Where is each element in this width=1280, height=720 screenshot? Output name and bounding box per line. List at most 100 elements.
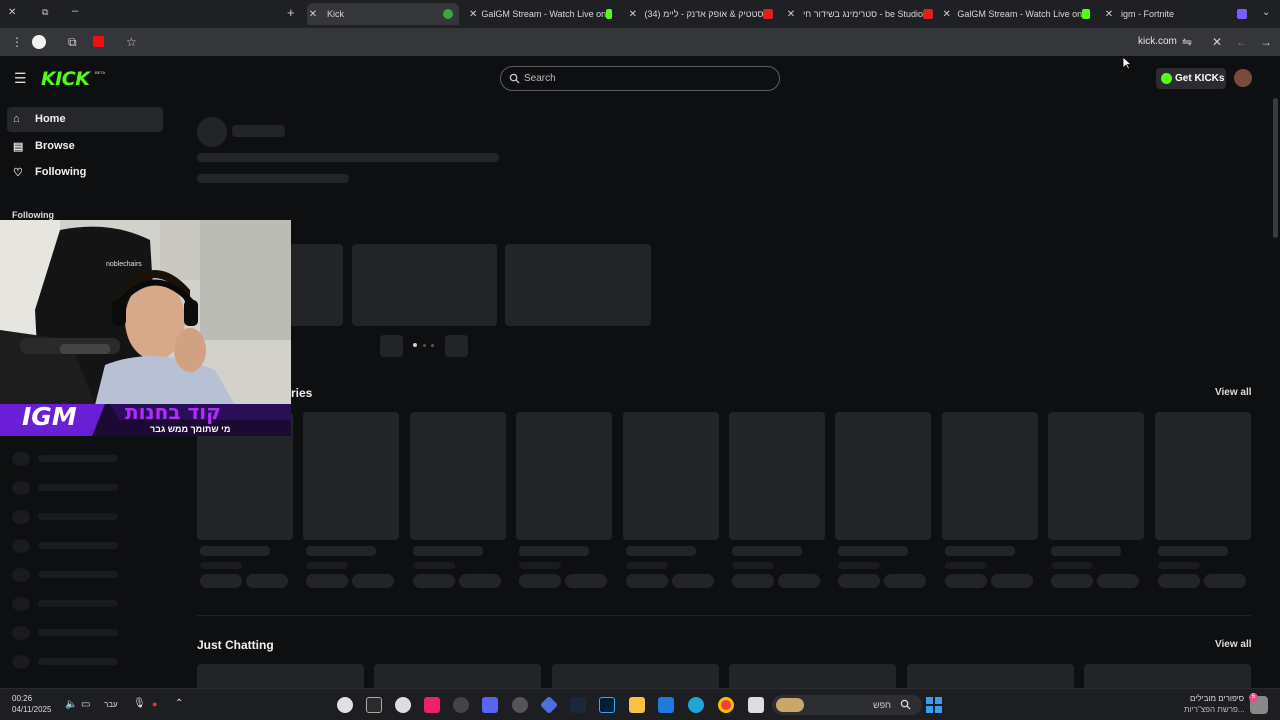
carousel-card[interactable] bbox=[290, 244, 343, 326]
close-tab-icon[interactable]: ✕ bbox=[307, 9, 319, 20]
stream-card[interactable] bbox=[906, 664, 1074, 688]
menu-dots-icon[interactable]: ⋮ bbox=[11, 35, 23, 49]
chevron-up-icon[interactable]: ⌃ bbox=[175, 698, 183, 709]
app-icon[interactable] bbox=[539, 695, 559, 715]
store-icon[interactable] bbox=[658, 697, 674, 713]
address-bar[interactable]: kick.com bbox=[1138, 36, 1177, 47]
hamburger-menu-icon[interactable]: ☰ bbox=[14, 70, 27, 87]
skeleton-tag bbox=[884, 574, 927, 588]
steam-icon[interactable] bbox=[570, 697, 586, 713]
record-extension-icon[interactable] bbox=[93, 36, 104, 47]
category-card[interactable] bbox=[729, 412, 825, 540]
minimize-icon[interactable]: – bbox=[72, 5, 78, 17]
tab-galgm-1[interactable]: ✕ GalGM Stream - Watch Live on bbox=[469, 3, 614, 25]
forward-icon[interactable]: ← bbox=[1236, 35, 1248, 49]
skeleton-tag bbox=[200, 574, 242, 588]
sidebar-item-home[interactable]: ⌂ Home bbox=[7, 107, 163, 132]
category-card[interactable] bbox=[622, 412, 719, 540]
tab-kick[interactable]: ✕ Kick bbox=[307, 3, 459, 25]
page-scrollbar[interactable] bbox=[1273, 98, 1278, 238]
carousel-dot[interactable] bbox=[431, 344, 434, 347]
close-tab-icon[interactable]: ✕ bbox=[785, 9, 797, 20]
file-explorer-icon[interactable] bbox=[629, 697, 645, 713]
bookmark-star-icon[interactable]: ☆ bbox=[126, 35, 137, 49]
tab-fortnite[interactable]: ✕ igm - Fortnite bbox=[1103, 3, 1223, 25]
category-card[interactable] bbox=[941, 412, 1038, 540]
discord-icon[interactable] bbox=[482, 697, 498, 713]
news-widget-title[interactable]: סיפורים מובילים bbox=[1190, 694, 1244, 703]
categories-view-all-link[interactable]: View all bbox=[1215, 387, 1252, 398]
get-kicks-button[interactable]: Get KICKs bbox=[1156, 68, 1226, 89]
language-indicator[interactable]: עבר bbox=[104, 700, 118, 709]
tab-list-icon[interactable]: ⌄ bbox=[1262, 7, 1270, 18]
category-card[interactable] bbox=[1048, 412, 1145, 540]
photoshop-icon[interactable] bbox=[599, 697, 615, 713]
sidebar-item-following[interactable]: ♡ Following bbox=[7, 160, 163, 185]
microphone-icon[interactable]: 🎙 bbox=[133, 698, 146, 709]
close-tab-icon[interactable]: ✕ bbox=[469, 9, 477, 20]
category-card[interactable] bbox=[303, 412, 400, 540]
edge-icon[interactable] bbox=[688, 697, 704, 713]
stream-card[interactable] bbox=[551, 664, 719, 688]
tab-youtube-studio[interactable]: ✕ סטרימינג בשידור חי - be Studio bbox=[785, 3, 935, 25]
category-card[interactable] bbox=[835, 412, 932, 540]
restore-icon[interactable]: ⧉ bbox=[42, 7, 48, 18]
stream-card[interactable] bbox=[374, 664, 542, 688]
clock-date[interactable]: 04/11/2025 bbox=[12, 705, 51, 714]
tab-youtube-1[interactable]: ✕ (34) סטטיק & אופק אדנק - ליימ bbox=[627, 3, 775, 25]
record-indicator-icon[interactable]: ● bbox=[152, 699, 157, 709]
search-icon bbox=[900, 699, 911, 710]
category-card[interactable] bbox=[409, 412, 506, 540]
site-settings-icon[interactable]: ⇋ bbox=[1182, 35, 1192, 49]
new-tab-button[interactable]: + bbox=[287, 5, 295, 20]
tab-galgm-2[interactable]: ✕ GalGM Stream - Watch Live on bbox=[942, 3, 1092, 25]
skeleton-line bbox=[412, 562, 455, 569]
carousel-dot-active[interactable] bbox=[413, 343, 417, 347]
just-chatting-view-all-link[interactable]: View all bbox=[1215, 639, 1252, 650]
chair-brand-logo: noblechairs bbox=[106, 261, 142, 268]
epic-games-icon[interactable] bbox=[366, 697, 382, 713]
overlay-subline: מי שתומך ממש גבר bbox=[150, 424, 231, 434]
unreal-engine-icon[interactable] bbox=[337, 697, 353, 713]
task-view-icon[interactable] bbox=[748, 697, 764, 713]
close-tab-icon[interactable]: ✕ bbox=[1103, 9, 1115, 20]
carousel-dot[interactable] bbox=[423, 344, 426, 347]
windows-start-icon[interactable] bbox=[926, 697, 942, 713]
carousel-next-button[interactable] bbox=[445, 335, 468, 357]
skeleton-line bbox=[1051, 546, 1122, 556]
profile-icon[interactable] bbox=[32, 35, 46, 49]
stop-icon[interactable]: ✕ bbox=[1212, 35, 1222, 49]
close-tab-icon[interactable]: ✕ bbox=[627, 9, 639, 20]
sidebar-item-browse[interactable]: ▤ Browse bbox=[7, 134, 163, 159]
carousel-card[interactable] bbox=[505, 244, 651, 326]
kick-logo[interactable]: KICK bbox=[41, 68, 90, 90]
carousel-prev-button[interactable] bbox=[380, 335, 403, 357]
skeleton-line bbox=[38, 571, 118, 578]
extensions-icon[interactable]: ⧉ bbox=[68, 35, 77, 50]
search-input[interactable]: Search bbox=[500, 66, 780, 91]
tiktok-icon[interactable] bbox=[424, 697, 440, 713]
chrome-icon[interactable] bbox=[718, 697, 734, 713]
skeleton-avatar bbox=[197, 117, 227, 147]
category-card[interactable] bbox=[1154, 412, 1251, 540]
close-tab-icon[interactable]: ✕ bbox=[942, 9, 951, 20]
speaker-icon[interactable]: 🔈 bbox=[65, 699, 77, 710]
stream-card[interactable] bbox=[729, 664, 897, 688]
steelseries-icon[interactable] bbox=[512, 697, 528, 713]
network-icon[interactable]: ▭ bbox=[81, 699, 90, 710]
skeleton-line bbox=[200, 546, 270, 556]
back-icon[interactable]: → bbox=[1260, 35, 1272, 49]
extension-icon[interactable] bbox=[1237, 9, 1247, 19]
carousel-card[interactable] bbox=[352, 244, 497, 326]
tab-search-icon[interactable]: ✕ bbox=[8, 7, 16, 18]
skeleton-line bbox=[944, 562, 987, 569]
stream-card[interactable] bbox=[1084, 664, 1251, 688]
xbox-icon[interactable] bbox=[453, 697, 469, 713]
obs-icon[interactable] bbox=[395, 697, 411, 713]
taskbar-search-box[interactable]: חפש bbox=[772, 695, 922, 715]
category-card[interactable] bbox=[516, 412, 613, 540]
clock-time[interactable]: 00:26 bbox=[12, 694, 32, 703]
user-avatar[interactable] bbox=[1234, 69, 1252, 87]
stream-card[interactable] bbox=[197, 664, 364, 688]
news-widget-subtitle[interactable]: פרשת הפצ"ריות... bbox=[1184, 705, 1245, 714]
